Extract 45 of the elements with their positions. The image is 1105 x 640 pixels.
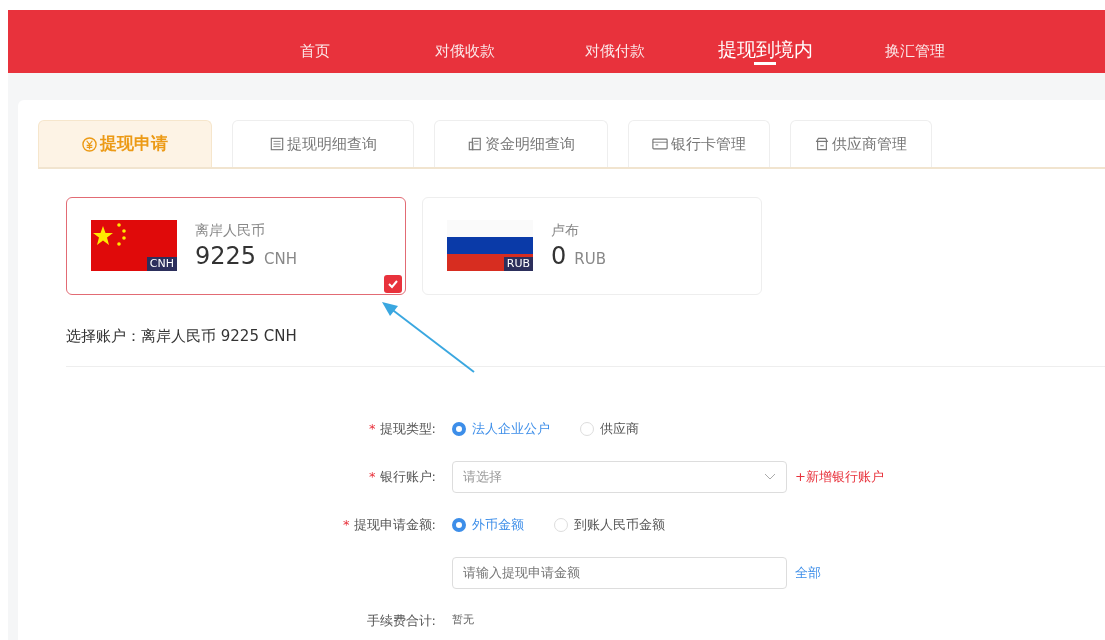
account-name: 离岸人民币 xyxy=(195,221,266,240)
balance-amount: 0 xyxy=(551,241,567,271)
chevron-icon xyxy=(764,472,776,481)
fee-value: 暂无 xyxy=(452,612,474,629)
field-label: 银行账户: xyxy=(379,468,436,484)
radio-option[interactable]: 到账人民币金额 xyxy=(554,514,665,535)
required-mark: * xyxy=(369,468,376,484)
check-icon xyxy=(384,273,402,291)
active-indicator xyxy=(754,62,776,65)
tab[interactable]: 资金明细查询 xyxy=(434,120,608,167)
all-amount-link[interactable]: 全部 xyxy=(795,562,821,583)
nav-tab[interactable]: 对俄付款 xyxy=(540,10,690,73)
add-bank-account-link[interactable]: +新增银行账户 xyxy=(795,466,884,487)
account-card[interactable]: RUB 卢布 0 RUB xyxy=(422,197,762,295)
balance-amount: 9225 xyxy=(195,241,257,271)
nav-tab[interactable]: 对俄收款 xyxy=(390,10,540,73)
tab[interactable]: 提现明细查询 xyxy=(232,120,414,167)
shop-icon xyxy=(815,137,829,151)
account-card[interactable]: CNH 离岸人民币 9225 CNH xyxy=(66,197,406,295)
list-icon xyxy=(269,137,284,151)
required-mark: * xyxy=(343,516,350,532)
documents-icon xyxy=(467,137,482,151)
tab[interactable]: 供应商管理 xyxy=(790,120,932,167)
radio-option[interactable]: 法人企业公户 xyxy=(452,418,550,439)
field-label: 提现申请金额: xyxy=(353,516,436,532)
selected-account-text: 选择账户：离岸人民币 9225 CNH xyxy=(66,327,297,345)
currency-label: RUB xyxy=(574,249,606,270)
nav-tab[interactable]: 提现到境内 xyxy=(690,10,840,73)
radio-option[interactable]: 供应商 xyxy=(580,418,639,439)
yuan-icon xyxy=(82,136,97,152)
nav-tab[interactable]: 首页 xyxy=(240,10,390,73)
field-label: 手续费合计: xyxy=(366,612,436,628)
flag-icon xyxy=(91,220,177,271)
select-field[interactable]: 请选择 xyxy=(452,460,787,493)
card-icon xyxy=(652,137,668,151)
required-mark: * xyxy=(369,420,376,436)
currency-label: CNH xyxy=(264,249,298,270)
currency-code-label: RUB xyxy=(503,257,533,271)
tab[interactable]: 银行卡管理 xyxy=(628,120,770,167)
amount-input[interactable]: 请输入提现申请金额 xyxy=(452,556,787,589)
field-label: 提现类型: xyxy=(379,420,436,436)
nav-tab[interactable]: 换汇管理 xyxy=(840,10,990,73)
radio-option[interactable]: 外币金额 xyxy=(452,514,524,535)
account-name: 卢布 xyxy=(551,221,580,240)
currency-code-label: CNH xyxy=(146,257,177,271)
